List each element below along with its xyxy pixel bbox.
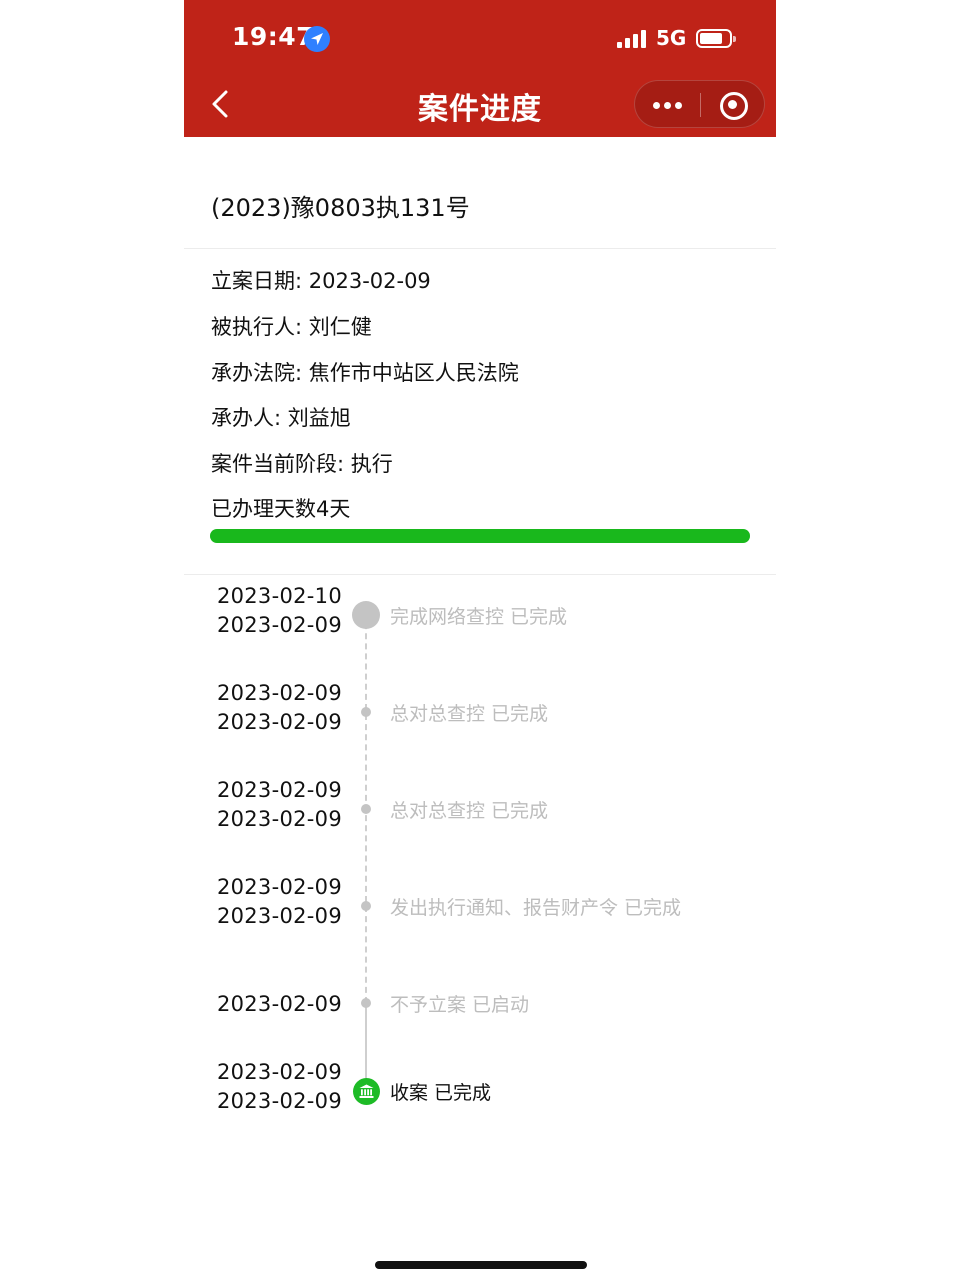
timeline-node [361,804,371,814]
filing-date: 立案日期: 2023-02-09 [211,269,431,293]
case-timeline: 2023-02-10 2023-02-09 完成网络查控 已完成 2023-02… [184,575,776,1135]
timeline-connector [365,1003,367,1081]
progress-fill [210,529,750,543]
progress-bar [210,529,750,543]
timeline-node [361,707,371,717]
timeline-event: 总对总查控 已完成 [390,703,549,725]
timeline-date-end: 2023-02-09 [216,807,342,831]
app-header: 19:47 5G 案件进度 [184,0,776,137]
timeline-date-start: 2023-02-09 [216,778,342,802]
timeline-date-start: 2023-02-09 [216,1060,342,1084]
days-handled: 已办理天数4天 [211,497,351,521]
timeline-date-start: 2023-02-10 [216,584,342,608]
timeline-date-end: 2023-02-09 [216,904,342,928]
battery-icon [696,29,736,48]
timeline-date-end: 2023-02-09 [216,710,342,734]
handler: 承办人: 刘益旭 [211,406,351,430]
phone-screen: 19:47 5G 案件进度 (2023)豫0803执131号 立案日期: 202… [184,0,776,1280]
more-button[interactable] [635,81,700,129]
timeline-date-start: 2023-02-09 [216,681,342,705]
network-type-label: 5G [656,26,687,50]
timeline-event: 总对总查控 已完成 [390,800,549,822]
respondent: 被执行人: 刘仁健 [211,315,372,339]
signal-strength-icon [617,30,649,48]
timeline-event: 不予立案 已启动 [390,994,530,1016]
divider [184,248,776,249]
timeline-date-start: 2023-02-09 [216,875,342,899]
timeline-date: 2023-02-09 [216,992,342,1016]
timeline-node [361,901,371,911]
court: 承办法院: 焦作市中站区人民法院 [211,361,519,385]
timeline-node [361,998,371,1008]
case-number: (2023)豫0803执131号 [211,194,470,222]
timeline-date-end: 2023-02-09 [216,1089,342,1113]
timeline-event: 收案 已完成 [390,1082,492,1104]
court-building-icon [353,1078,380,1105]
timeline-date-end: 2023-02-09 [216,613,342,637]
timeline-event: 发出执行通知、报告财产令 已完成 [390,897,682,919]
status-time: 19:47 [232,22,315,51]
home-indicator[interactable] [375,1261,587,1269]
current-stage: 案件当前阶段: 执行 [211,452,393,476]
miniprogram-capsule [634,80,765,128]
timeline-node [352,601,380,629]
close-miniprogram-button[interactable] [701,81,766,129]
timeline-event: 完成网络查控 已完成 [390,606,568,628]
location-arrow-icon [304,26,330,52]
